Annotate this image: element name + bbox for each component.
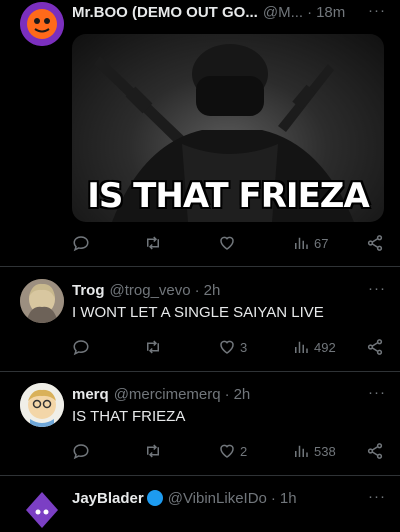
display-name[interactable]: JayBlader (72, 490, 144, 507)
views-icon (295, 445, 308, 457)
avatar-image (20, 2, 64, 46)
reply-icon (73, 236, 89, 252)
handle[interactable]: @trog_vevo (110, 282, 191, 299)
tweet[interactable]: JayBlader @VibinLikeIDo · 1h ··· (0, 476, 400, 532)
media-caption: IS THAT FRIEZA (87, 176, 370, 216)
views-count: 67 (314, 235, 329, 251)
tweet-actions: 2 538 (72, 440, 384, 462)
share-icon (367, 235, 383, 251)
avatar[interactable] (20, 383, 64, 427)
like-button[interactable] (218, 232, 240, 254)
handle[interactable]: @mercimemerq (114, 386, 221, 403)
avatar-image (20, 383, 64, 427)
retweet-button[interactable] (144, 232, 166, 254)
tweet[interactable]: Mr.BOO (DEMO OUT GO... @M... · 18m ··· I… (0, 0, 400, 266)
reply-icon (73, 444, 89, 460)
tweet[interactable]: merq @mercimemerq · 2h ··· IS THAT FRIEZ… (0, 372, 400, 475)
tweet-actions: 67 (72, 232, 384, 254)
tweet-text: IS THAT FRIEZA (72, 408, 186, 425)
like-count: 3 (240, 339, 248, 355)
like-icon (220, 236, 234, 250)
avatar[interactable] (20, 2, 64, 46)
tweet-header: merq @mercimemerq · 2h ··· (72, 384, 386, 404)
views-icon (295, 341, 308, 353)
like-count: 2 (240, 443, 248, 459)
tweet-text: I WONT LET A SINGLE SAIYAN LIVE (72, 304, 324, 321)
more-icon[interactable]: ··· (368, 2, 386, 19)
display-name[interactable]: Trog (72, 282, 105, 299)
tweet-header: Mr.BOO (DEMO OUT GO... @M... · 18m ··· (72, 2, 386, 22)
retweet-icon (147, 444, 159, 458)
share-icon (367, 339, 383, 355)
views-icon (295, 237, 308, 249)
tweet-header: Trog @trog_vevo · 2h ··· (72, 280, 386, 300)
like-button[interactable]: 2 (218, 440, 247, 462)
display-name[interactable]: Mr.BOO (DEMO OUT GO... (72, 4, 258, 21)
separator: · (270, 489, 276, 507)
more-icon[interactable]: ··· (368, 280, 386, 297)
handle[interactable]: @M... (263, 4, 303, 21)
more-icon[interactable]: ··· (368, 384, 386, 401)
separator: · (194, 281, 200, 299)
reply-button[interactable] (72, 232, 94, 254)
timestamp[interactable]: 18m (316, 4, 345, 21)
avatar-image (20, 279, 64, 323)
verified-badge-icon (146, 490, 163, 506)
like-button[interactable]: 3 (218, 336, 247, 358)
separator: · (224, 385, 230, 403)
views-button[interactable]: 538 (292, 440, 336, 462)
tweet-media-image[interactable]: IS THAT FRIEZA (72, 34, 384, 222)
views-count: 492 (314, 339, 336, 355)
retweet-button[interactable] (144, 336, 166, 358)
reply-button[interactable] (72, 336, 94, 358)
separator: · (307, 3, 313, 21)
views-count: 538 (314, 443, 336, 459)
reply-button[interactable] (72, 440, 94, 462)
reply-icon (73, 340, 89, 356)
tweet[interactable]: Trog @trog_vevo · 2h ··· I WONT LET A SI… (0, 267, 400, 371)
views-button[interactable]: 67 (292, 232, 328, 254)
retweet-icon (147, 340, 159, 354)
avatar[interactable] (20, 488, 64, 532)
avatar[interactable] (20, 279, 64, 323)
timestamp[interactable]: 2h (234, 386, 251, 403)
share-button[interactable] (366, 232, 384, 254)
like-icon (220, 340, 234, 354)
like-icon (220, 444, 234, 458)
share-icon (367, 443, 383, 459)
display-name[interactable]: merq (72, 386, 109, 403)
more-icon[interactable]: ··· (368, 488, 386, 505)
views-button[interactable]: 492 (292, 336, 336, 358)
tweet-actions: 3 492 (72, 336, 384, 358)
share-button[interactable] (366, 336, 384, 358)
share-button[interactable] (366, 440, 384, 462)
retweet-button[interactable] (144, 440, 166, 462)
retweet-icon (147, 236, 159, 250)
tweet-header: JayBlader @VibinLikeIDo · 1h ··· (72, 488, 386, 508)
timestamp[interactable]: 1h (280, 490, 297, 507)
handle[interactable]: @VibinLikeIDo (168, 490, 267, 507)
avatar-image (20, 488, 64, 532)
timestamp[interactable]: 2h (204, 282, 221, 299)
